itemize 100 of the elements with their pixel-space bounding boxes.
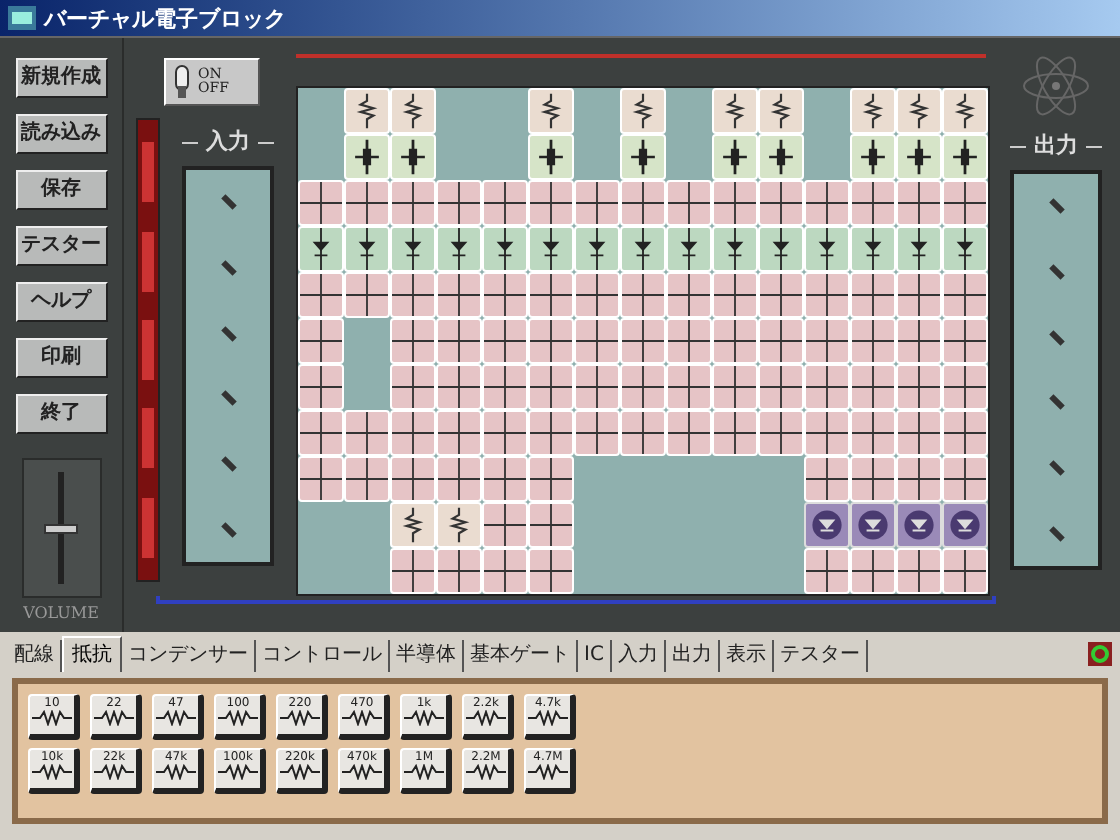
wire-tile[interactable] [666, 180, 712, 226]
wire-tile[interactable] [620, 272, 666, 318]
resistor-tile[interactable] [712, 88, 758, 134]
diode-tile[interactable] [298, 226, 344, 272]
wire-tile[interactable] [528, 180, 574, 226]
led-tile[interactable] [896, 502, 942, 548]
capacitor-tile[interactable] [528, 134, 574, 180]
resistor-tile[interactable] [896, 88, 942, 134]
wire-tile[interactable] [896, 180, 942, 226]
wire-tile[interactable] [528, 502, 574, 548]
wire-tile[interactable] [436, 272, 482, 318]
wire-tile[interactable] [298, 318, 344, 364]
led-tile[interactable] [942, 502, 988, 548]
wire-tile[interactable] [804, 272, 850, 318]
capacitor-tile[interactable] [758, 134, 804, 180]
wire-tile[interactable] [482, 272, 528, 318]
wire-tile[interactable] [528, 410, 574, 456]
wire-tile[interactable] [482, 456, 528, 502]
wire-tile[interactable] [298, 364, 344, 410]
volume-slider[interactable] [21, 458, 101, 598]
wire-tile[interactable] [850, 456, 896, 502]
diode-tile[interactable] [804, 226, 850, 272]
wire-tile[interactable] [896, 318, 942, 364]
wire-tile[interactable] [758, 180, 804, 226]
wire-tile[interactable] [942, 456, 988, 502]
wire-tile[interactable] [482, 502, 528, 548]
wire-tile[interactable] [620, 410, 666, 456]
wire-tile[interactable] [344, 272, 390, 318]
resistor-tile[interactable] [942, 88, 988, 134]
wire-tile[interactable] [574, 364, 620, 410]
wire-tile[interactable] [436, 548, 482, 594]
led-tile[interactable] [850, 502, 896, 548]
diode-tile[interactable] [850, 226, 896, 272]
diode-tile[interactable] [390, 226, 436, 272]
wire-tile[interactable] [758, 364, 804, 410]
wire-tile[interactable] [758, 410, 804, 456]
wire-tile[interactable] [436, 318, 482, 364]
led-tile[interactable] [804, 502, 850, 548]
wire-tile[interactable] [942, 180, 988, 226]
wire-tile[interactable] [712, 272, 758, 318]
wire-tile[interactable] [712, 318, 758, 364]
diode-tile[interactable] [712, 226, 758, 272]
diode-tile[interactable] [896, 226, 942, 272]
wire-tile[interactable] [620, 180, 666, 226]
capacitor-tile[interactable] [344, 134, 390, 180]
wire-tile[interactable] [298, 456, 344, 502]
wire-tile[interactable] [390, 318, 436, 364]
wire-tile[interactable] [804, 548, 850, 594]
wire-tile[interactable] [436, 180, 482, 226]
wire-tile[interactable] [390, 410, 436, 456]
wire-tile[interactable] [482, 410, 528, 456]
wire-tile[interactable] [344, 180, 390, 226]
wire-tile[interactable] [620, 364, 666, 410]
resistor-tile[interactable] [528, 88, 574, 134]
diode-tile[interactable] [942, 226, 988, 272]
capacitor-tile[interactable] [712, 134, 758, 180]
wire-tile[interactable] [528, 364, 574, 410]
wire-tile[interactable] [528, 272, 574, 318]
wire-tile[interactable] [344, 456, 390, 502]
wire-tile[interactable] [390, 272, 436, 318]
wire-tile[interactable] [942, 548, 988, 594]
resistor-tile[interactable] [390, 88, 436, 134]
wire-tile[interactable] [574, 410, 620, 456]
wire-tile[interactable] [942, 318, 988, 364]
diode-tile[interactable] [344, 226, 390, 272]
wire-tile[interactable] [666, 364, 712, 410]
diode-tile[interactable] [482, 226, 528, 272]
wire-tile[interactable] [482, 364, 528, 410]
wire-tile[interactable] [850, 272, 896, 318]
wire-tile[interactable] [850, 180, 896, 226]
capacitor-tile[interactable] [896, 134, 942, 180]
wire-tile[interactable] [620, 318, 666, 364]
wire-tile[interactable] [574, 272, 620, 318]
wire-tile[interactable] [942, 410, 988, 456]
wire-tile[interactable] [896, 548, 942, 594]
wire-tile[interactable] [896, 410, 942, 456]
diode-tile[interactable] [666, 226, 712, 272]
toolbar-button[interactable]: 終了 [15, 394, 107, 434]
diode-tile[interactable] [758, 226, 804, 272]
resistor-tile[interactable] [620, 88, 666, 134]
wire-tile[interactable] [574, 180, 620, 226]
toolbar-button[interactable]: 読み込み [15, 114, 107, 154]
resistor-tile[interactable] [850, 88, 896, 134]
wire-tile[interactable] [896, 272, 942, 318]
toolbar-button[interactable]: 新規作成 [15, 58, 107, 98]
wire-tile[interactable] [896, 456, 942, 502]
toolbar-button[interactable]: テスター [15, 226, 107, 266]
diode-tile[interactable] [574, 226, 620, 272]
wire-tile[interactable] [344, 410, 390, 456]
wire-tile[interactable] [436, 456, 482, 502]
resistor-tile[interactable] [390, 502, 436, 548]
wire-tile[interactable] [942, 272, 988, 318]
diode-tile[interactable] [436, 226, 482, 272]
resistor-tile[interactable] [758, 88, 804, 134]
wire-tile[interactable] [390, 364, 436, 410]
tab[interactable]: 抵抗 [62, 636, 122, 674]
wire-tile[interactable] [804, 410, 850, 456]
wire-tile[interactable] [390, 548, 436, 594]
capacitor-tile[interactable] [942, 134, 988, 180]
wire-tile[interactable] [436, 364, 482, 410]
